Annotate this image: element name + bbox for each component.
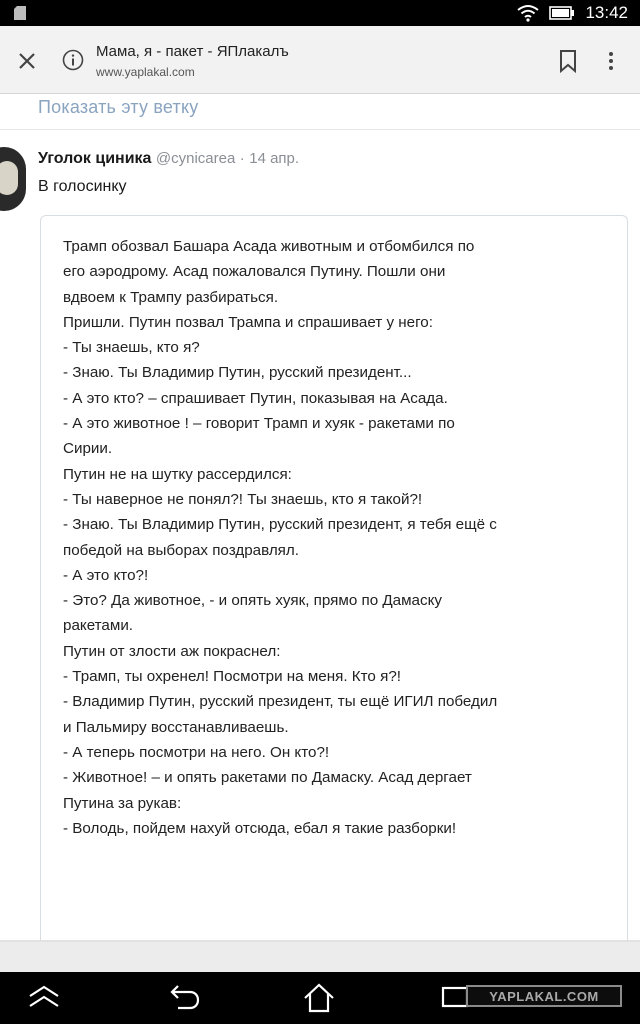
- battery-icon: [549, 6, 575, 20]
- status-bar: 13:42: [0, 0, 640, 26]
- watermark-logo: YAPLAKAL.COM: [466, 985, 622, 1007]
- quoted-line: - Володь, пойдем нахуй отсюда, ебал я та…: [63, 819, 457, 837]
- page-url[interactable]: www.yaplakal.com: [96, 65, 195, 79]
- more-options-icon[interactable]: [606, 48, 616, 74]
- bookmark-icon[interactable]: [556, 48, 580, 74]
- quoted-line: - А это кто?!: [63, 566, 149, 584]
- quoted-line: его аэродрому. Асад пожаловался Путину. …: [63, 263, 446, 281]
- show-thread-link[interactable]: Показать эту ветку: [38, 97, 198, 118]
- tweet-date[interactable]: 14 апр.: [249, 150, 299, 167]
- quoted-line: - Трамп, ты охренел! Посмотри на меня. К…: [63, 668, 401, 686]
- avatar[interactable]: [0, 147, 26, 211]
- info-icon[interactable]: [62, 49, 84, 71]
- separator-dot: ·: [239, 150, 245, 167]
- back-icon[interactable]: [168, 982, 202, 1012]
- author-name[interactable]: Уголок циника: [38, 150, 151, 167]
- quoted-line: Пришли. Путин позвал Трампа и спрашивает…: [63, 313, 433, 331]
- quoted-line: - А это кто? – спрашивает Путин, показыв…: [63, 389, 448, 407]
- quoted-text: Трамп обозвал Башара Асада животным и от…: [63, 234, 603, 841]
- quoted-line: - А это животное ! – говорит Трамп и хуя…: [63, 415, 455, 433]
- quoted-line: - Животное! – и опять ракетами по Дамаск…: [63, 769, 472, 787]
- quoted-image[interactable]: Трамп обозвал Башара Асада животным и от…: [40, 215, 628, 961]
- tweet-text: В голосинку: [38, 178, 127, 195]
- quoted-line: Трамп обозвал Башара Асада животным и от…: [63, 238, 475, 255]
- quoted-line: Путин от злости аж покраснел:: [63, 642, 281, 660]
- quoted-line: вдвоем к Трампу разбираться.: [63, 288, 279, 306]
- quoted-line: - А теперь посмотри на него. Он кто?!: [63, 743, 330, 761]
- quoted-line: - Ты знаешь, кто я?: [63, 339, 200, 357]
- close-icon[interactable]: [14, 48, 40, 74]
- quoted-line: - Знаю. Ты Владимир Путин, русский прези…: [63, 516, 497, 534]
- quoted-line: победой на выборах поздравлял.: [63, 541, 299, 559]
- quoted-line: и Пальмиру восстанавливаешь.: [63, 718, 289, 736]
- page-gap: [0, 942, 640, 972]
- quoted-line: Сирии.: [63, 440, 113, 458]
- quoted-line: - Владимир Путин, русский президент, ты …: [63, 693, 498, 711]
- wifi-icon: [517, 5, 540, 22]
- divider: [0, 129, 640, 130]
- tweet-header: Уголок циника @cynicarea · 14 апр.: [38, 150, 299, 168]
- quoted-line: - Ты наверное не понял?! Ты знаешь, кто …: [63, 490, 423, 508]
- clock: 13:42: [585, 3, 628, 22]
- avatar-face: [0, 161, 18, 195]
- page-title: Мама, я - пакет - ЯПлакалъ: [96, 43, 289, 60]
- browser-toolbar: Мама, я - пакет - ЯПлакалъ www.yaplakal.…: [0, 26, 640, 94]
- quoted-line: Путина за рукав:: [63, 794, 182, 812]
- sd-card-icon: [14, 6, 26, 20]
- home-icon[interactable]: [302, 982, 336, 1014]
- page-content: Показать эту ветку Уголок циника @cynica…: [0, 95, 640, 1004]
- collapse-icon[interactable]: [26, 982, 62, 1012]
- quoted-line: Путин не на шутку рассердился:: [63, 465, 292, 483]
- quoted-line: ракетами.: [63, 617, 134, 635]
- quoted-line: - Знаю. Ты Владимир Путин, русский прези…: [63, 364, 412, 382]
- author-handle[interactable]: @cynicarea: [156, 150, 235, 167]
- quoted-line: - Это? Да животное, - и опять хуяк, прям…: [63, 592, 443, 610]
